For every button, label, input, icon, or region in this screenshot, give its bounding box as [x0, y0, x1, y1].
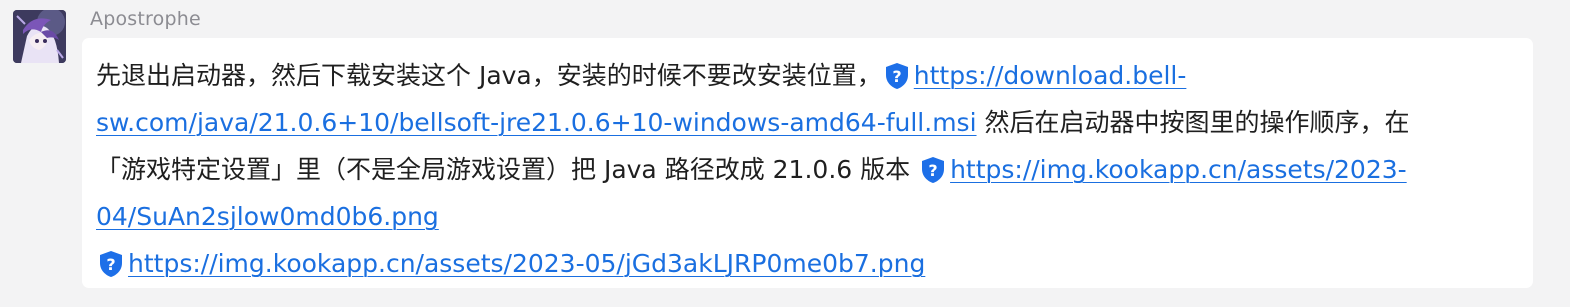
link-java-download[interactable]: https://download.bell- — [914, 61, 1187, 90]
shield-question-icon: ? — [98, 250, 124, 278]
link-image-1[interactable]: https://img.kookapp.cn/assets/2023- — [950, 155, 1407, 184]
message-line-5: ? https://img.kookapp.cn/assets/2023-05/j… — [96, 240, 1528, 287]
link-image-2[interactable]: https://img.kookapp.cn/assets/2023-05/jG… — [128, 249, 925, 278]
link-image-1-cont[interactable]: 04/SuAn2sjlow0md0b6.png — [96, 202, 439, 231]
svg-text:?: ? — [106, 255, 115, 274]
message-line-2: sw.com/java/21.0.6+10/bellsoft-jre21.0.6… — [96, 99, 1528, 146]
svg-text:?: ? — [892, 67, 901, 86]
message-line-1: 先退出启动器，然后下载安装这个 Java，安装的时候不要改安装位置，? https… — [96, 52, 1528, 99]
message-text-1: 先退出启动器，然后下载安装这个 Java，安装的时候不要改安装位置， — [96, 61, 882, 90]
message-text-2: 然后在启动器中按图里的操作顺序，在 — [976, 108, 1410, 137]
message-text-3: 「游戏特定设置」里（不是全局游戏设置）把 Java 路径改成 21.0.6 版本 — [96, 155, 919, 184]
message-line-3: 「游戏特定设置」里（不是全局游戏设置）把 Java 路径改成 21.0.6 版本… — [96, 146, 1528, 193]
shield-question-icon: ? — [920, 156, 946, 184]
avatar[interactable] — [13, 10, 66, 63]
link-java-download-cont[interactable]: sw.com/java/21.0.6+10/bellsoft-jre21.0.6… — [96, 108, 977, 137]
message-bubble: 先退出启动器，然后下载安装这个 Java，安装的时候不要改安装位置，? https… — [82, 38, 1533, 288]
username[interactable]: Apostrophe — [90, 8, 201, 30]
shield-question-icon: ? — [884, 62, 910, 90]
message-body: 先退出启动器，然后下载安装这个 Java，安装的时候不要改安装位置，? https… — [96, 52, 1528, 287]
message-line-4: 04/SuAn2sjlow0md0b6.png — [96, 193, 1528, 240]
avatar-icon — [13, 10, 66, 63]
svg-text:?: ? — [928, 161, 937, 180]
